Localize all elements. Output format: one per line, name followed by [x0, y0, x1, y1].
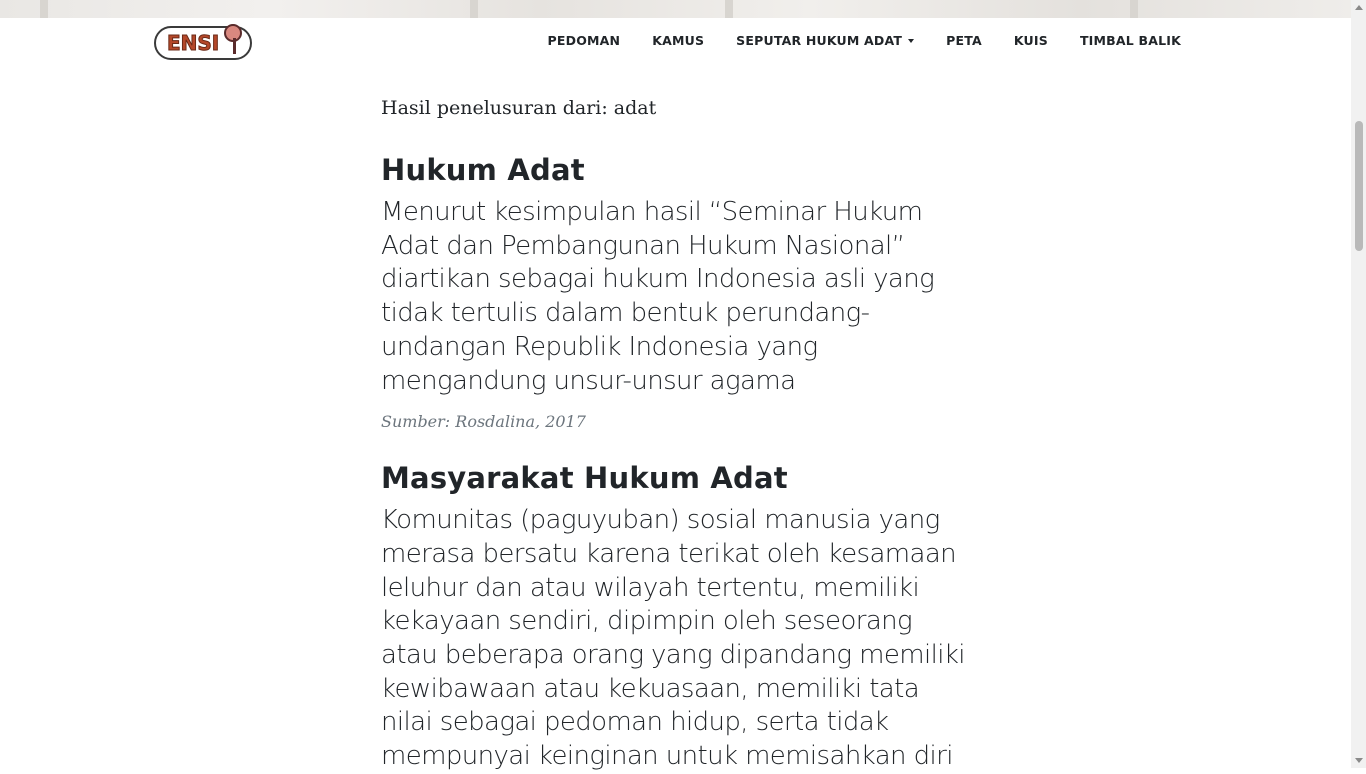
magnifier-handle	[233, 38, 236, 54]
entry-title: Masyarakat Hukum Adat	[381, 461, 788, 496]
entry-title: Hukum Adat	[381, 153, 585, 187]
entry-definition: Komunitas (paguyuban) sosial manusia yan…	[381, 505, 966, 772]
background-decor	[470, 0, 478, 18]
scroll-down-arrow-icon[interactable]	[1355, 758, 1363, 763]
nav-item-peta[interactable]: PETA	[946, 33, 982, 48]
entry-definition: Menurut kesimpulan hasil “Seminar Hukum …	[381, 197, 935, 396]
navbar: ENSI PEDOMAN KAMUS SEPUTAR HUKUM ADAT PE…	[0, 18, 1351, 68]
scrollbar-thumb[interactable]	[1355, 121, 1363, 251]
nav-item-pedoman[interactable]: PEDOMAN	[548, 33, 621, 48]
header-background-strip	[0, 0, 1351, 18]
result-entry: Masyarakat Hukum Adat Komunitas (paguyub…	[381, 461, 971, 774]
background-decor	[725, 0, 733, 18]
main-nav: PEDOMAN KAMUS SEPUTAR HUKUM ADAT PETA KU…	[516, 18, 1181, 62]
nav-item-timbal-balik[interactable]: TIMBAL BALIK	[1080, 33, 1181, 48]
site-logo[interactable]: ENSI	[154, 24, 252, 60]
logo-text: ENSI	[166, 31, 220, 56]
search-results: Hasil penelusuran dari: adat Hukum Adat …	[381, 97, 971, 774]
nav-item-kamus[interactable]: KAMUS	[652, 33, 704, 48]
nav-item-kuis[interactable]: KUIS	[1014, 33, 1048, 48]
entry-source: Sumber: Rosdalina, 2017	[381, 412, 586, 432]
result-entry: Hukum Adat Menurut kesimpulan hasil “Sem…	[381, 153, 971, 431]
nav-item-label: SEPUTAR HUKUM ADAT	[736, 32, 903, 48]
vertical-scrollbar[interactable]	[1351, 0, 1366, 768]
background-decor	[40, 0, 48, 18]
background-decor	[1130, 0, 1138, 18]
search-result-header: Hasil penelusuran dari: adat	[381, 97, 657, 119]
scroll-up-arrow-icon[interactable]	[1355, 5, 1363, 10]
nav-item-seputar-hukum-adat[interactable]: SEPUTAR HUKUM ADAT	[736, 32, 915, 48]
caret-down-icon	[908, 39, 915, 43]
